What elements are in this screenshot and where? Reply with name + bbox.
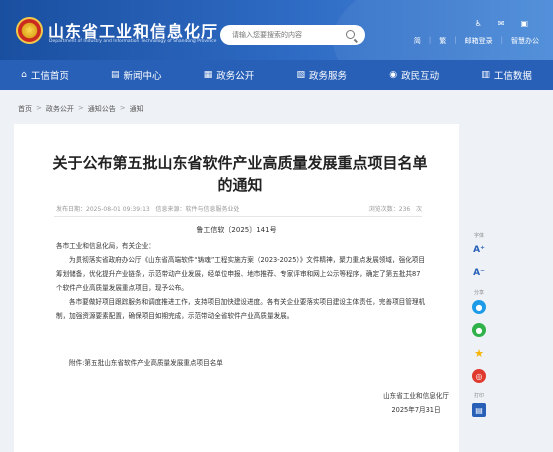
article-card: 关于公布第五批山东省软件产业高质量发展重点项目名单的通知 发布日期：2025-0…: [14, 124, 459, 452]
accessibility-icon[interactable]: ♿: [475, 19, 482, 28]
news-icon: ▤: [111, 70, 120, 80]
print-label: 打印: [473, 393, 484, 399]
office-icon[interactable]: ▣: [520, 19, 528, 28]
search-icon[interactable]: [346, 30, 355, 39]
signer: 山东省工业和信息化厅: [383, 392, 449, 400]
site-subtitle: Department of Industry and Information T…: [49, 39, 217, 44]
site-header: ★ 山东省工业和信息化厅 Department of Industry and …: [0, 0, 553, 60]
view-count: 浏览次数：236 次: [368, 206, 422, 213]
data-icon: ▥: [481, 70, 490, 80]
article-meta: 发布日期：2025-08-01 09:39:13 信息来源：软件与信息服务业处 …: [56, 204, 422, 213]
nav-gov-open[interactable]: ▦ 政务公开: [204, 68, 255, 82]
info-source: 信息来源：软件与信息服务业处: [155, 206, 240, 213]
paragraph: 各市要做好项目跟踪服务和调度推进工作，支持项目加快建设进度。各有关企业要落实项目…: [56, 298, 426, 320]
home-icon: ⌂: [21, 70, 27, 80]
side-toolbar: 字体 A⁺ A⁻ 分享 ● ● ★ ◎ 打印 ▤: [466, 232, 492, 426]
breadcrumb-notice[interactable]: 通知: [130, 104, 144, 114]
font-size-label: 字体: [473, 233, 484, 239]
document-number: 鲁工信软〔2025〕141号: [196, 226, 277, 234]
breadcrumb-gov-open[interactable]: 政务公开: [46, 104, 74, 114]
nav-home[interactable]: ⌂ 工信首页: [21, 68, 69, 82]
breadcrumb-home[interactable]: 首页: [18, 104, 32, 114]
divider: [54, 216, 422, 217]
breadcrumb: 首页 > 政务公开 > 通知公告 > 通知: [18, 104, 144, 114]
signature: 山东省工业和信息化厅 2025年7月31日: [383, 389, 449, 417]
weibo-share-icon[interactable]: ◎: [472, 369, 486, 383]
attachment-link[interactable]: 附件:第五批山东省软件产业高质量发展重点项目名单: [69, 357, 223, 367]
separator: |: [500, 36, 503, 44]
breadcrumb-announcements[interactable]: 通知公告: [88, 104, 116, 114]
salutation: 各市工业和信息化局，有关企业：: [56, 242, 155, 250]
gov-icon: ▦: [203, 70, 213, 80]
font-decrease-button[interactable]: A⁻: [472, 266, 486, 280]
header-decoration: [333, 0, 553, 60]
font-increase-button[interactable]: A⁺: [472, 243, 486, 257]
mail-login-link[interactable]: 邮箱登录: [465, 36, 493, 46]
header-tool-icons: ♿ ✉ ▣: [475, 19, 528, 28]
nav-gov-service[interactable]: ▧ 政务服务: [297, 68, 348, 82]
search-input[interactable]: [232, 31, 342, 39]
nav-data[interactable]: ▥ 工信数据: [481, 68, 532, 82]
paragraph: 为贯彻落实省政府办公厅《山东省高端软件“铸魂”工程实施方案（2023-2025）…: [56, 256, 425, 292]
qq-share-icon[interactable]: ●: [472, 300, 486, 314]
separator: |: [454, 36, 457, 44]
breadcrumb-separator: >: [77, 104, 84, 112]
interact-icon: ◉: [389, 70, 398, 80]
favorite-star-icon[interactable]: ★: [472, 346, 486, 360]
article-body: 各市工业和信息化局，有关企业： 为贯彻落实省政府办公厅《山东省高端软件“铸魂”工…: [56, 239, 426, 323]
service-icon: ▧: [296, 70, 306, 80]
national-emblem-icon: ★: [16, 17, 43, 44]
main-nav: ⌂ 工信首页 ▤ 新闻中心 ▦ 政务公开 ▧ 政务服务 ◉ 政民互动 ▥ 工信数据: [0, 60, 553, 90]
separator: |: [428, 36, 432, 44]
sign-date: 2025年7月31日: [391, 406, 441, 414]
mail-icon[interactable]: ✉: [498, 19, 505, 28]
share-label: 分享: [473, 290, 484, 296]
print-icon[interactable]: ▤: [472, 403, 486, 417]
wechat-share-icon[interactable]: ●: [472, 323, 486, 337]
article-title: 关于公布第五批山东省软件产业高质量发展重点项目名单的通知: [52, 154, 428, 194]
header-tools: 简 | 繁 | 邮箱登录 | 智慧办公: [414, 36, 539, 46]
breadcrumb-separator: >: [36, 104, 42, 112]
traditional-link[interactable]: 繁: [439, 36, 446, 46]
nav-news[interactable]: ▤ 新闻中心: [111, 68, 162, 82]
search-box[interactable]: [220, 25, 365, 45]
breadcrumb-separator: >: [119, 104, 126, 112]
smart-office-link[interactable]: 智慧办公: [511, 36, 539, 46]
nav-interaction[interactable]: ◉ 政民互动: [389, 68, 439, 82]
simplified-link[interactable]: 简: [414, 36, 421, 46]
publish-date: 发布日期：2025-08-01 09:39:13: [56, 206, 150, 213]
